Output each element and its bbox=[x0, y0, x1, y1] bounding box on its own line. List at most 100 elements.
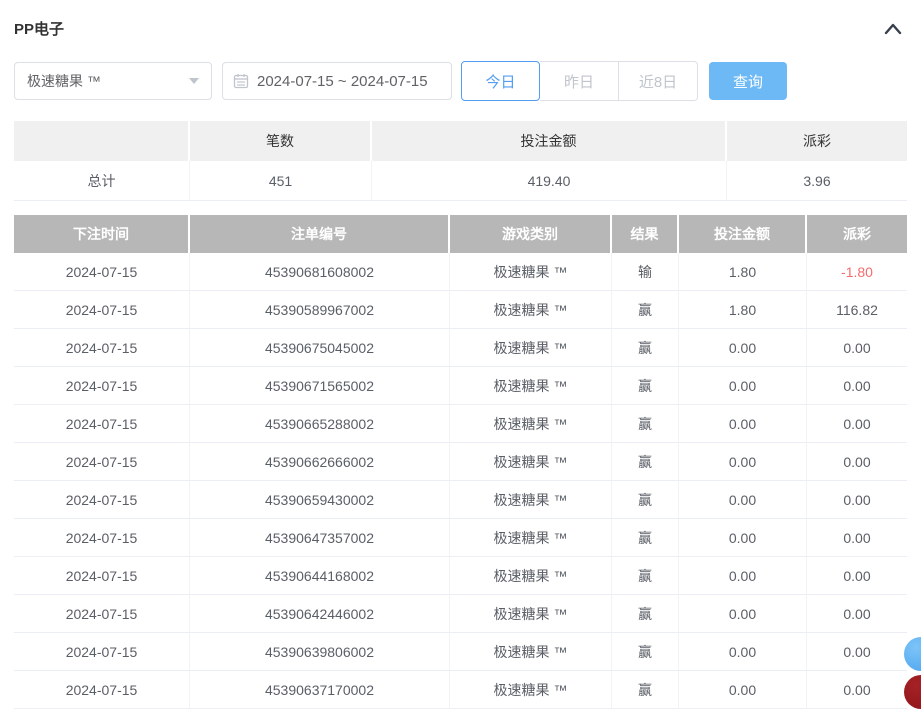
table-cell: 45390642446002 bbox=[190, 595, 450, 633]
table-cell: 2024-07-15 bbox=[14, 291, 190, 329]
table-cell: 45390681608002 bbox=[190, 253, 450, 291]
table-row: 2024-07-1545390665288002极速糖果 ™赢0.000.00 bbox=[14, 405, 907, 443]
table-cell: 0.00 bbox=[679, 519, 807, 557]
game-select[interactable]: 极速糖果 ™ bbox=[14, 62, 212, 100]
table-cell: 2024-07-15 bbox=[14, 367, 190, 405]
table-cell: 0.00 bbox=[679, 443, 807, 481]
page-title: PP电子 bbox=[14, 18, 64, 39]
table-row: 2024-07-1545390637170002极速糖果 ™赢0.000.00 bbox=[14, 671, 907, 709]
table-cell: 1.80 bbox=[679, 253, 807, 291]
table-cell: 116.82 bbox=[807, 291, 907, 329]
table-cell: 赢 bbox=[612, 291, 679, 329]
table-cell: 0.00 bbox=[807, 519, 907, 557]
table-cell: 0.00 bbox=[807, 671, 907, 709]
table-row: 2024-07-1545390659430002极速糖果 ™赢0.000.00 bbox=[14, 481, 907, 519]
table-cell: 极速糖果 ™ bbox=[450, 329, 612, 367]
records-header-payout: 派彩 bbox=[807, 215, 907, 253]
table-cell: 赢 bbox=[612, 481, 679, 519]
yesterday-button[interactable]: 昨日 bbox=[540, 61, 619, 101]
table-cell: 45390671565002 bbox=[190, 367, 450, 405]
summary-total-payout: 3.96 bbox=[727, 161, 907, 201]
table-row: 2024-07-1545390644168002极速糖果 ™赢0.000.00 bbox=[14, 557, 907, 595]
game-select-value: 极速糖果 ™ bbox=[27, 71, 101, 91]
summary-total-label: 总计 bbox=[14, 161, 190, 201]
table-cell: 45390639806002 bbox=[190, 633, 450, 671]
table-row: 2024-07-1545390639806002极速糖果 ™赢0.000.00 bbox=[14, 633, 907, 671]
table-cell: 极速糖果 ™ bbox=[450, 291, 612, 329]
table-cell: 极速糖果 ™ bbox=[450, 595, 612, 633]
table-cell: 输 bbox=[612, 253, 679, 291]
table-cell: 2024-07-15 bbox=[14, 253, 190, 291]
table-cell: 2024-07-15 bbox=[14, 481, 190, 519]
table-cell: 赢 bbox=[612, 405, 679, 443]
summary-header-bet-amount: 投注金额 bbox=[372, 121, 727, 161]
table-cell: 0.00 bbox=[679, 557, 807, 595]
table-cell: 2024-07-15 bbox=[14, 557, 190, 595]
table-cell: 赢 bbox=[612, 329, 679, 367]
summary-total-count: 451 bbox=[190, 161, 372, 201]
quick-range-group: 今日 昨日 近8日 bbox=[461, 61, 698, 101]
table-cell: 极速糖果 ™ bbox=[450, 633, 612, 671]
table-cell: 赢 bbox=[612, 671, 679, 709]
records-header-game-type: 游戏类别 bbox=[450, 215, 612, 253]
filter-bar: 极速糖果 ™ 2024-07-15 ~ 2024-07-15 今日 昨日 近8日… bbox=[14, 61, 907, 101]
table-cell: 赢 bbox=[612, 633, 679, 671]
table-cell: 0.00 bbox=[679, 595, 807, 633]
summary-total-bet-amount: 419.40 bbox=[372, 161, 727, 201]
records-table: 下注时间 注单编号 游戏类别 结果 投注金额 派彩 2024-07-154539… bbox=[14, 215, 907, 709]
table-cell: 2024-07-15 bbox=[14, 443, 190, 481]
records-header-result: 结果 bbox=[612, 215, 679, 253]
table-cell: 0.00 bbox=[807, 595, 907, 633]
table-cell: 赢 bbox=[612, 557, 679, 595]
last8days-button[interactable]: 近8日 bbox=[619, 61, 698, 101]
records-body: 2024-07-1545390681608002极速糖果 ™输1.80-1.80… bbox=[14, 253, 907, 709]
summary-header-payout: 派彩 bbox=[727, 121, 907, 161]
table-cell: 0.00 bbox=[679, 329, 807, 367]
table-cell: 0.00 bbox=[679, 633, 807, 671]
table-cell: 1.80 bbox=[679, 291, 807, 329]
table-cell: 45390644168002 bbox=[190, 557, 450, 595]
table-row: 2024-07-1545390642446002极速糖果 ™赢0.000.00 bbox=[14, 595, 907, 633]
table-cell: 0.00 bbox=[807, 633, 907, 671]
table-cell: 0.00 bbox=[807, 443, 907, 481]
summary-header-empty bbox=[14, 121, 190, 161]
table-cell: 2024-07-15 bbox=[14, 519, 190, 557]
table-row: 2024-07-1545390675045002极速糖果 ™赢0.000.00 bbox=[14, 329, 907, 367]
table-cell: 2024-07-15 bbox=[14, 595, 190, 633]
table-cell: 极速糖果 ™ bbox=[450, 671, 612, 709]
summary-total-row: 总计 451 419.40 3.96 bbox=[14, 161, 907, 201]
date-range-input[interactable]: 2024-07-15 ~ 2024-07-15 bbox=[222, 62, 452, 100]
table-cell: 0.00 bbox=[679, 671, 807, 709]
table-cell: 45390662666002 bbox=[190, 443, 450, 481]
table-cell: 0.00 bbox=[807, 367, 907, 405]
table-cell: 0.00 bbox=[679, 367, 807, 405]
chevron-down-icon bbox=[189, 78, 199, 84]
table-cell: 2024-07-15 bbox=[14, 633, 190, 671]
today-button[interactable]: 今日 bbox=[461, 61, 540, 101]
collapse-button[interactable] bbox=[881, 19, 905, 39]
table-cell: 极速糖果 ™ bbox=[450, 519, 612, 557]
table-cell: 极速糖果 ™ bbox=[450, 557, 612, 595]
table-cell: 0.00 bbox=[807, 557, 907, 595]
table-cell: 极速糖果 ™ bbox=[450, 405, 612, 443]
table-cell: 0.00 bbox=[807, 405, 907, 443]
summary-header-row: 笔数 投注金额 派彩 bbox=[14, 121, 907, 161]
records-header-row: 下注时间 注单编号 游戏类别 结果 投注金额 派彩 bbox=[14, 215, 907, 253]
table-cell: 极速糖果 ™ bbox=[450, 253, 612, 291]
records-header-bet-id: 注单编号 bbox=[190, 215, 450, 253]
table-row: 2024-07-1545390589967002极速糖果 ™赢1.80116.8… bbox=[14, 291, 907, 329]
table-cell: 45390675045002 bbox=[190, 329, 450, 367]
records-header-bet-time: 下注时间 bbox=[14, 215, 190, 253]
table-cell: 2024-07-15 bbox=[14, 405, 190, 443]
table-row: 2024-07-1545390647357002极速糖果 ™赢0.000.00 bbox=[14, 519, 907, 557]
table-cell: 赢 bbox=[612, 519, 679, 557]
table-row: 2024-07-1545390681608002极速糖果 ™输1.80-1.80 bbox=[14, 253, 907, 291]
summary-header-count: 笔数 bbox=[190, 121, 372, 161]
query-button[interactable]: 查询 bbox=[709, 62, 787, 100]
table-cell: 极速糖果 ™ bbox=[450, 443, 612, 481]
table-cell: 2024-07-15 bbox=[14, 329, 190, 367]
table-cell: 赢 bbox=[612, 367, 679, 405]
date-range-value: 2024-07-15 ~ 2024-07-15 bbox=[257, 73, 428, 90]
calendar-icon bbox=[233, 73, 249, 89]
table-cell: 45390659430002 bbox=[190, 481, 450, 519]
